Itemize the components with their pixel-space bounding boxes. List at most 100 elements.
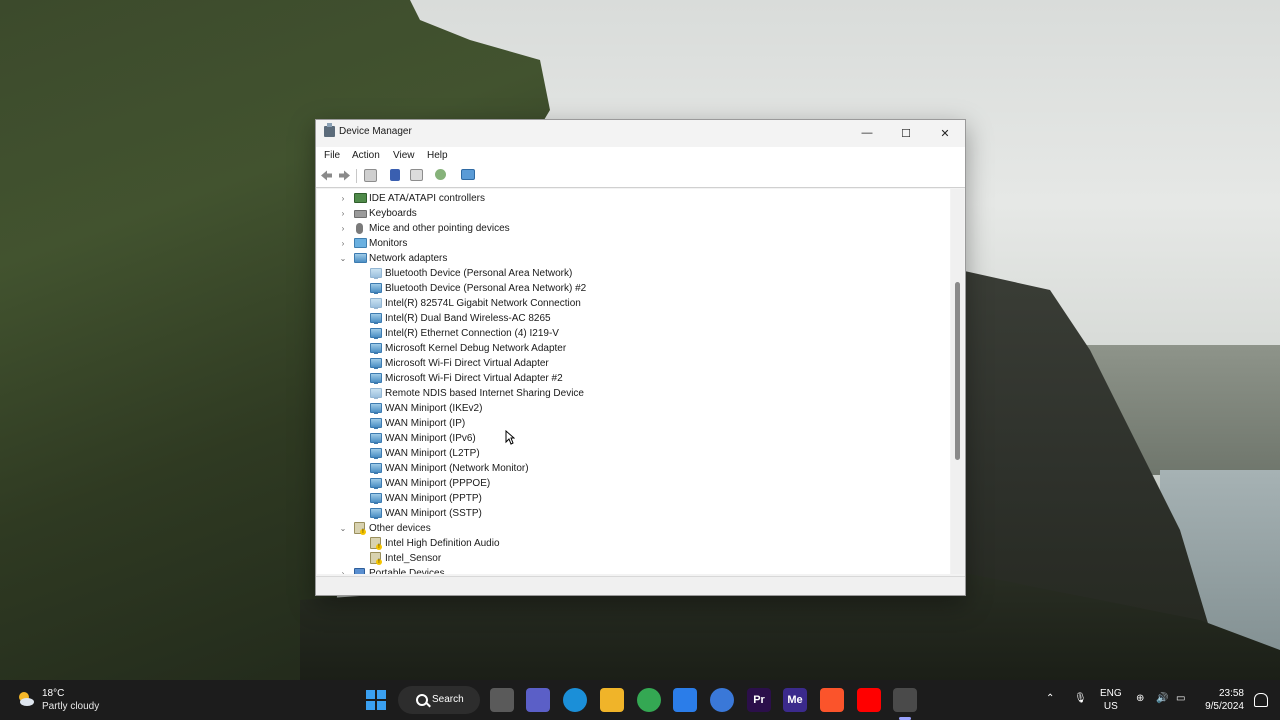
tree-category-portable[interactable]: › Portable Devices	[317, 566, 937, 574]
device-manager-taskbar-icon[interactable]	[893, 688, 917, 712]
mouse-cursor-icon	[505, 430, 515, 445]
weather-temperature[interactable]: 18°C	[42, 688, 64, 699]
tree-item-network-adapter[interactable]: WAN Miniport (SSTP)	[317, 506, 937, 521]
network-adapter-icon	[370, 313, 382, 324]
chevron-up-icon[interactable]: ⌃	[1046, 693, 1054, 704]
chevron-down-icon[interactable]: ⌄	[339, 251, 347, 266]
chevron-right-icon[interactable]: ›	[339, 566, 347, 574]
network-adapter-icon	[370, 358, 382, 369]
tree-item-other-device[interactable]: Intel High Definition Audio	[317, 536, 937, 551]
microphone-icon[interactable]: 🎙	[1074, 693, 1087, 704]
chevron-right-icon[interactable]: ›	[339, 206, 347, 221]
unknown-device-icon	[354, 522, 366, 535]
menu-action[interactable]: Action	[352, 150, 380, 161]
window-title: Device Manager	[339, 126, 412, 137]
tree-item-network-adapter[interactable]: Remote NDIS based Internet Sharing Devic…	[317, 386, 937, 401]
close-button[interactable]: ✕	[926, 120, 964, 146]
network-adapter-icon	[370, 268, 382, 279]
tree-category-ide[interactable]: › IDE ATA/ATAPI controllers	[317, 191, 937, 206]
minimize-button[interactable]: —	[848, 120, 886, 146]
tree-item-network-adapter[interactable]: Microsoft Wi-Fi Direct Virtual Adapter #…	[317, 371, 937, 386]
network-adapter-icon	[354, 253, 367, 263]
device-manager-window[interactable]: Device Manager — ☐ ✕ File Action View He…	[315, 119, 966, 596]
partly-cloudy-icon[interactable]	[16, 689, 36, 709]
scrollbar-thumb[interactable]	[955, 282, 960, 460]
chevron-right-icon[interactable]: ›	[339, 221, 347, 236]
premiere-pro-icon[interactable]: Pr	[747, 688, 771, 712]
maximize-button[interactable]: ☐	[887, 120, 925, 146]
menu-view[interactable]: View	[393, 150, 415, 161]
tree-item-network-adapter[interactable]: WAN Miniport (PPTP)	[317, 491, 937, 506]
windows-start-icon[interactable]	[366, 690, 386, 710]
tree-category-label: IDE ATA/ATAPI controllers	[369, 193, 485, 204]
vertical-scrollbar[interactable]	[951, 189, 964, 574]
forward-arrow-icon[interactable]	[338, 169, 351, 182]
tree-item-label: Microsoft Kernel Debug Network Adapter	[385, 343, 567, 354]
tree-item-label: WAN Miniport (L2TP)	[385, 448, 480, 459]
warning-device-icon	[370, 552, 382, 565]
chevron-right-icon[interactable]: ›	[339, 236, 347, 251]
tree-item-network-adapter[interactable]: Microsoft Kernel Debug Network Adapter	[317, 341, 937, 356]
language-indicator[interactable]: ENG US	[1100, 687, 1122, 713]
media-encoder-icon[interactable]: Me	[783, 688, 807, 712]
scan-hardware-icon[interactable]	[461, 169, 475, 180]
back-arrow-icon[interactable]	[320, 169, 333, 182]
battery-icon[interactable]: ▭	[1176, 693, 1185, 704]
tree-item-network-adapter[interactable]: WAN Miniport (IPv6)	[317, 431, 937, 446]
properties-icon[interactable]	[364, 169, 377, 182]
chevron-down-icon[interactable]: ⌄	[339, 521, 347, 536]
tree-item-network-adapter[interactable]: WAN Miniport (PPPOE)	[317, 476, 937, 491]
volume-icon[interactable]: 🔊	[1156, 693, 1168, 704]
network-adapter-icon	[370, 373, 382, 384]
view-icon[interactable]	[410, 169, 423, 181]
chevron-right-icon[interactable]: ›	[339, 191, 347, 206]
copilot-icon[interactable]	[710, 688, 734, 712]
tree-item-network-adapter[interactable]: Intel(R) Dual Band Wireless-AC 8265	[317, 311, 937, 326]
tree-item-network-adapter[interactable]: WAN Miniport (IKEv2)	[317, 401, 937, 416]
notification-bell-icon[interactable]	[1254, 693, 1268, 707]
taskbar-search[interactable]: Search	[398, 686, 480, 714]
file-explorer-icon[interactable]	[600, 688, 624, 712]
network-icon[interactable]: ⊕	[1136, 693, 1144, 704]
help-icon[interactable]	[390, 169, 400, 181]
tree-category-monitors[interactable]: › Monitors	[317, 236, 937, 251]
network-adapter-icon	[370, 343, 382, 354]
tree-category-network[interactable]: ⌄ Network adapters	[317, 251, 937, 266]
tree-item-network-adapter[interactable]: Microsoft Wi-Fi Direct Virtual Adapter	[317, 356, 937, 371]
brave-icon[interactable]	[820, 688, 844, 712]
teams-icon[interactable]	[526, 688, 550, 712]
ide-controller-icon	[354, 193, 367, 203]
tree-category-other[interactable]: ⌄ Other devices	[317, 521, 937, 536]
youtube-icon[interactable]	[857, 688, 881, 712]
tree-category-mice[interactable]: › Mice and other pointing devices	[317, 221, 937, 236]
search-label: Search	[432, 694, 464, 705]
tree-item-network-adapter[interactable]: Bluetooth Device (Personal Area Network)	[317, 266, 937, 281]
clock[interactable]: 23:58 9/5/2024	[1198, 687, 1244, 713]
weather-description[interactable]: Partly cloudy	[42, 701, 99, 712]
tree-category-label: Keyboards	[369, 208, 417, 219]
tree-category-label: Network adapters	[369, 253, 448, 264]
device-tree[interactable]: › IDE ATA/ATAPI controllers › Keyboards …	[317, 189, 950, 574]
menu-help[interactable]: Help	[427, 150, 448, 161]
menu-file[interactable]: File	[324, 150, 340, 161]
tree-item-label: WAN Miniport (IP)	[385, 418, 466, 429]
tree-item-network-adapter[interactable]: Intel(R) 82574L Gigabit Network Connecti…	[317, 296, 937, 311]
title-bar[interactable]: Device Manager — ☐ ✕	[316, 120, 965, 146]
edge-icon[interactable]	[563, 688, 587, 712]
chrome-icon[interactable]	[637, 688, 661, 712]
tree-category-keyboards[interactable]: › Keyboards	[317, 206, 937, 221]
task-view-icon[interactable]	[490, 688, 514, 712]
tree-item-network-adapter[interactable]: Bluetooth Device (Personal Area Network)…	[317, 281, 937, 296]
tree-item-network-adapter[interactable]: WAN Miniport (L2TP)	[317, 446, 937, 461]
tree-item-label: WAN Miniport (PPPOE)	[385, 478, 491, 489]
tree-category-label: Portable Devices	[369, 568, 445, 574]
taskbar: 18°C Partly cloudy Search Pr Me ⌃ 🎙 ENG …	[0, 680, 1280, 720]
tree-item-network-adapter[interactable]: Intel(R) Ethernet Connection (4) I219-V	[317, 326, 937, 341]
toolbar-separator	[356, 169, 357, 183]
tree-item-network-adapter[interactable]: WAN Miniport (IP)	[317, 416, 937, 431]
microsoft-store-icon[interactable]	[673, 688, 697, 712]
network-adapter-icon	[370, 283, 382, 294]
tree-item-network-adapter[interactable]: WAN Miniport (Network Monitor)	[317, 461, 937, 476]
tree-item-other-device[interactable]: Intel_Sensor	[317, 551, 937, 566]
update-driver-icon[interactable]	[435, 169, 446, 180]
